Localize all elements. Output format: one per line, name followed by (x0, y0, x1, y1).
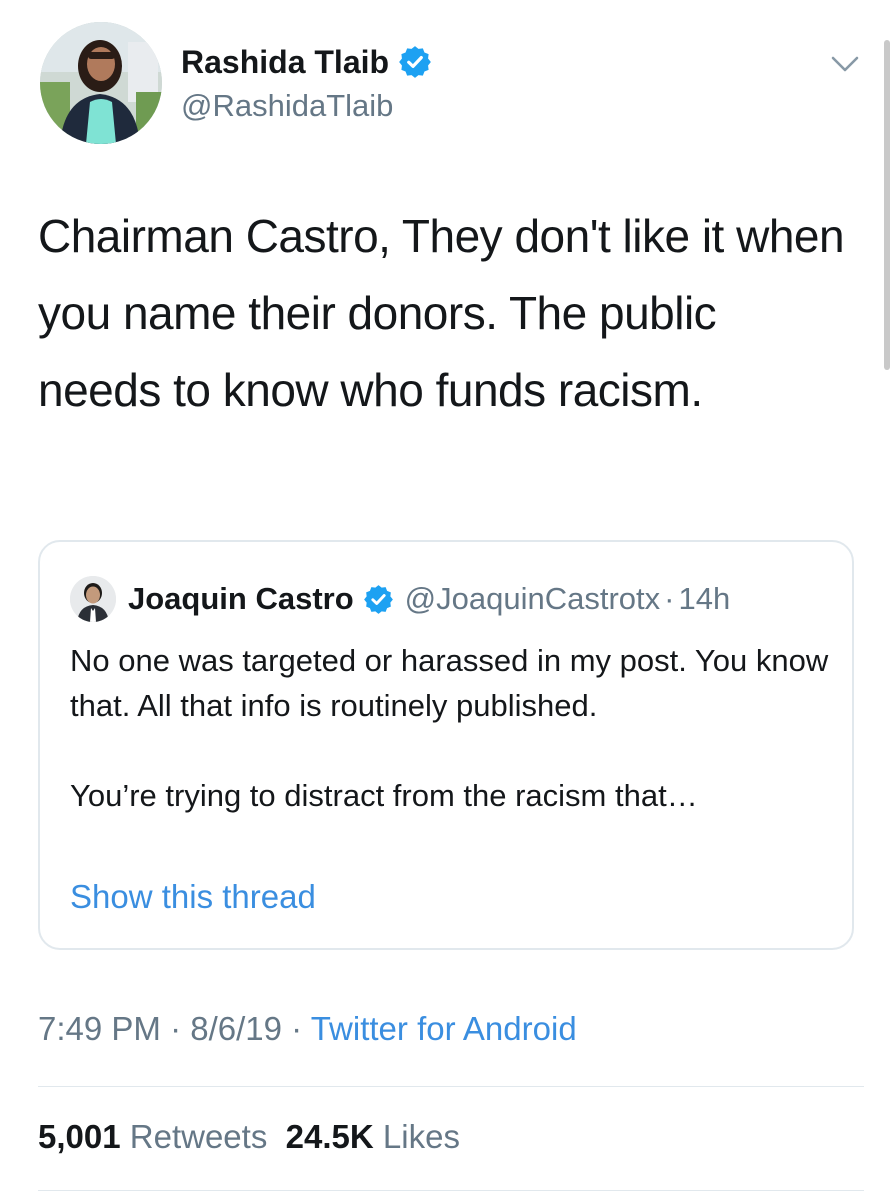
tweet-meta: 7:49 PM · 8/6/19 · Twitter for Android (38, 1010, 577, 1048)
tweet-time: 7:49 PM (38, 1010, 161, 1047)
retweets-stat[interactable]: 5,001 Retweets (38, 1118, 267, 1155)
quoted-tweet-header: Joaquin Castro @JoaquinCastrotx · 14h (70, 576, 730, 622)
quoted-author-name: Joaquin Castro (128, 581, 354, 616)
author-name[interactable]: Rashida Tlaib (181, 44, 389, 81)
quoted-paragraph: No one was targeted or harassed in my po… (70, 643, 829, 723)
show-thread-link[interactable]: Show this thread (70, 878, 316, 916)
tweet-header: Rashida Tlaib @RashidaTlaib (40, 22, 860, 146)
quoted-tweet-text: No one was targeted or harassed in my po… (70, 638, 840, 818)
retweets-label: Retweets (129, 1118, 268, 1155)
author-handle[interactable]: @RashidaTlaib (181, 88, 431, 124)
verified-badge-icon (399, 46, 431, 78)
separator-dot: · (160, 1010, 191, 1047)
verified-badge-icon (363, 584, 393, 614)
divider (38, 1086, 864, 1087)
tweet-source-link[interactable]: Twitter for Android (311, 1010, 577, 1047)
separator-dot: · (664, 581, 675, 616)
author-avatar[interactable] (40, 22, 162, 144)
author-info[interactable]: Rashida Tlaib @RashidaTlaib (181, 42, 431, 124)
quoted-author-handle: @JoaquinCastrotx (404, 581, 661, 616)
tweet-date: 8/6/19 (190, 1010, 282, 1047)
likes-label: Likes (382, 1118, 460, 1155)
divider (38, 1190, 864, 1191)
quoted-paragraph: You’re trying to distract from the racis… (70, 778, 698, 813)
separator-dot: · (281, 1010, 311, 1047)
quoted-timestamp: 14h (678, 581, 731, 616)
quoted-tweet-card[interactable]: Joaquin Castro @JoaquinCastrotx · 14h No… (38, 540, 854, 950)
tweet-text: Chairman Castro, They don't like it when… (38, 210, 845, 416)
likes-count: 24.5K (285, 1118, 374, 1155)
scrollbar[interactable] (884, 40, 890, 370)
author-avatar-image (40, 22, 162, 144)
quoted-avatar-image (70, 576, 116, 622)
likes-stat[interactable]: 24.5K Likes (286, 1118, 460, 1155)
quoted-author-avatar (70, 576, 116, 622)
tweet-stats: 5,001 Retweets 24.5K Likes (38, 1118, 460, 1156)
retweets-count: 5,001 (38, 1118, 121, 1155)
chevron-down-icon[interactable] (830, 54, 860, 74)
